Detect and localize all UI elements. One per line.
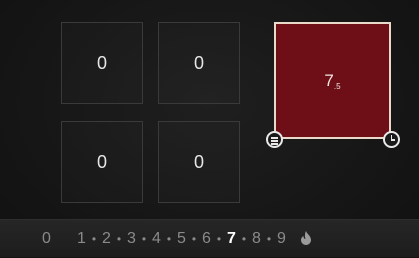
- active-zone-level: 7.5: [324, 71, 340, 91]
- timer-icon[interactable]: [383, 131, 400, 148]
- menu-icon[interactable]: [266, 131, 283, 148]
- level-separator: •: [141, 232, 147, 246]
- level-separator: •: [216, 232, 222, 246]
- power-level-8[interactable]: 8: [250, 230, 263, 248]
- level-separator: •: [166, 232, 172, 246]
- zone-1-level: 0: [96, 52, 107, 73]
- power-level-1[interactable]: 1: [75, 230, 88, 248]
- cooking-zone-2[interactable]: 0: [158, 22, 240, 104]
- zone-4-level: 0: [193, 151, 204, 172]
- power-level-4[interactable]: 4: [150, 230, 163, 248]
- active-zone-level-sub: .5: [333, 81, 341, 91]
- power-level-3[interactable]: 3: [125, 230, 138, 248]
- power-level-6[interactable]: 6: [200, 230, 213, 248]
- cooking-zone-3[interactable]: 0: [61, 121, 143, 203]
- cooking-zone-1[interactable]: 0: [61, 22, 143, 104]
- power-level-slider[interactable]: 0 1 • 2 • 3 • 4 • 5 • 6 • 7 • 8 • 9: [40, 220, 312, 258]
- active-cooking-zone[interactable]: 7.5: [274, 22, 391, 139]
- power-level-7[interactable]: 7: [225, 230, 238, 248]
- level-separator: •: [116, 232, 122, 246]
- power-level-0[interactable]: 0: [40, 230, 53, 248]
- power-level-bar: 0 1 • 2 • 3 • 4 • 5 • 6 • 7 • 8 • 9: [0, 219, 419, 257]
- cooking-zone-4[interactable]: 0: [158, 121, 240, 203]
- power-level-2[interactable]: 2: [100, 230, 113, 248]
- level-separator: •: [241, 232, 247, 246]
- level-separator: •: [266, 232, 272, 246]
- zone-3-level: 0: [96, 151, 107, 172]
- cooktop-panel: 0 0 0 0 7.5 0 1 • 2 • 3 • 4 • 5 • 6 • 7 • 8 • 9: [0, 0, 419, 257]
- flame-icon[interactable]: [300, 230, 312, 248]
- level-separator: •: [191, 232, 197, 246]
- power-level-5[interactable]: 5: [175, 230, 188, 248]
- level-separator: •: [91, 232, 97, 246]
- active-zone-level-main: 7: [324, 70, 334, 90]
- power-level-9[interactable]: 9: [275, 230, 288, 248]
- zone-2-level: 0: [193, 52, 204, 73]
